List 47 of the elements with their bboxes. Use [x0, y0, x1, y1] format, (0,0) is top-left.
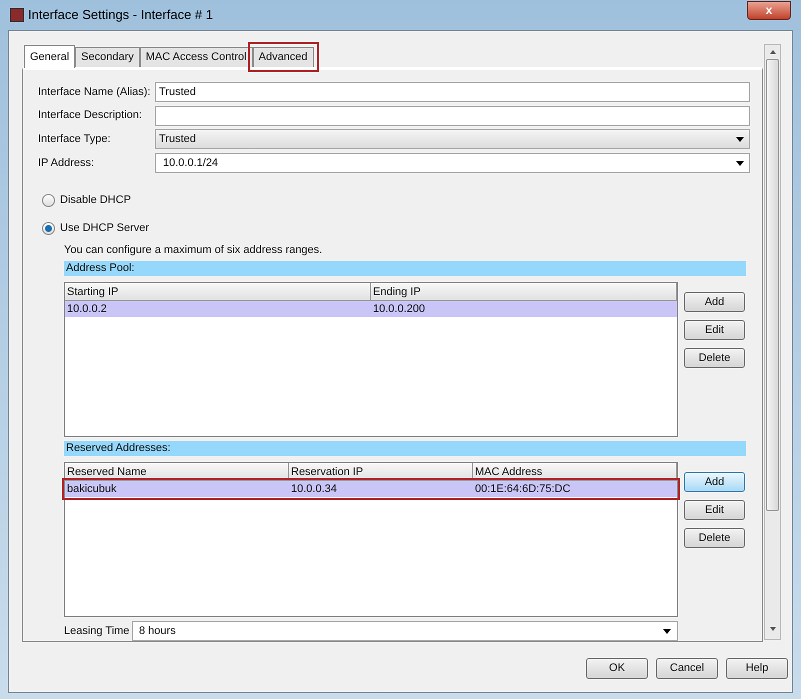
input-field[interactable]: [155, 106, 750, 126]
column-header: Ending IP: [371, 283, 677, 300]
radio-label: Disable DHCP: [60, 192, 131, 208]
button[interactable]: Add: [684, 472, 745, 492]
button[interactable]: Delete: [684, 348, 745, 368]
dropdown-arrow-icon: [736, 136, 744, 142]
dropdown[interactable]: 8 hours: [132, 621, 678, 641]
table-cell-text: 10.0.0.2: [66, 302, 108, 317]
app-icon: [10, 8, 24, 22]
table-cell-text: 00:1E:64:6D:75:DC: [474, 482, 572, 497]
radio-label: Use DHCP Server: [60, 220, 150, 236]
scroll-up-icon[interactable]: [770, 50, 776, 54]
table-cell-text: 10.0.0.34: [290, 482, 338, 497]
column-header: Starting IP: [65, 283, 371, 300]
radio-button[interactable]: [42, 194, 55, 206]
scroll-down-icon[interactable]: [770, 627, 776, 631]
scrollbar-thumb[interactable]: [766, 59, 779, 511]
scrollbar[interactable]: [764, 44, 781, 640]
table-cell-text: 10.0.0.200: [372, 302, 426, 317]
button[interactable]: Help: [726, 658, 788, 679]
table-row[interactable]: bakicubuk 10.0.0.34 00:1E:64:6D:75:DC: [65, 481, 677, 497]
table-row[interactable]: 10.0.0.2 10.0.0.200: [65, 301, 677, 317]
field-label: IP Address:: [38, 156, 96, 171]
tab[interactable]: Secondary: [75, 47, 140, 67]
dropdown[interactable]: Trusted: [155, 129, 750, 150]
input-field[interactable]: Trusted: [155, 82, 750, 102]
field-label: Leasing Time: [64, 624, 130, 639]
dropdown-arrow-icon: [736, 160, 744, 166]
button[interactable]: Add: [684, 292, 745, 312]
section-header: Reserved Addresses:: [64, 441, 746, 456]
combo-box[interactable]: 10.0.0.1/24: [155, 153, 750, 174]
info-text: You can configure a maximum of six address ranges.: [64, 243, 324, 257]
tab[interactable]: General: [24, 45, 76, 68]
field-label: Interface Name (Alias):: [38, 84, 152, 100]
field-label: Interface Type:: [38, 132, 112, 148]
window-title: Interface Settings - Interface # 1: [28, 6, 213, 24]
button[interactable]: Delete: [684, 528, 745, 548]
section-header: Address Pool:: [64, 261, 746, 276]
button[interactable]: Edit: [684, 320, 745, 340]
button[interactable]: Edit: [684, 500, 745, 520]
button[interactable]: OK: [586, 658, 648, 679]
tab[interactable]: MAC Access Control: [140, 47, 253, 67]
table-cell-text: bakicubuk: [66, 482, 118, 497]
button[interactable]: Cancel: [656, 658, 718, 679]
field-label: Interface Description:: [38, 108, 143, 124]
dropdown-arrow-icon: [663, 628, 671, 634]
radio-button[interactable]: [42, 222, 55, 234]
